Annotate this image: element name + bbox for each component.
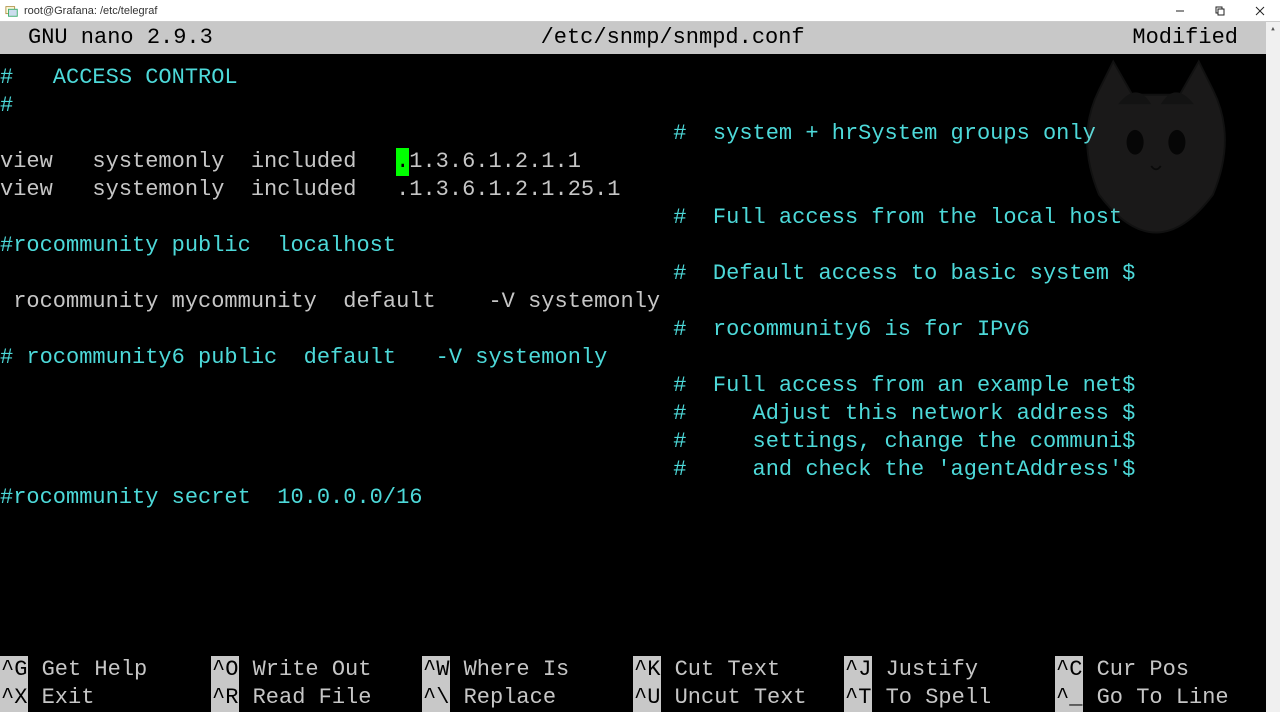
shortcut-justify[interactable]: ^J Justify bbox=[844, 656, 1055, 684]
text-line: # Full access from an example net$ bbox=[0, 372, 1266, 400]
shortcut-replace[interactable]: ^\ Replace bbox=[422, 684, 633, 712]
shortcut-exit[interactable]: ^X Exit bbox=[0, 684, 211, 712]
nano-header: GNU nano 2.9.3 /etc/snmp/snmpd.conf Modi… bbox=[0, 22, 1266, 54]
shortcut-write-out[interactable]: ^O Write Out bbox=[211, 656, 422, 684]
text-line: # and check the 'agentAddress'$ bbox=[0, 456, 1266, 484]
text-line: # Default access to basic system $ bbox=[0, 260, 1266, 288]
text-line: #rocommunity secret 10.0.0.0/16 bbox=[0, 484, 1266, 512]
window-title: root@Grafana: /etc/telegraf bbox=[24, 5, 1160, 17]
text-line: # system + hrSystem groups only bbox=[0, 120, 1266, 148]
close-button[interactable] bbox=[1240, 0, 1280, 22]
nano-modified-status: Modified bbox=[1132, 24, 1266, 52]
text-line: # rocommunity6 public default -V systemo… bbox=[0, 344, 1266, 372]
nano-filename: /etc/snmp/snmpd.conf bbox=[213, 24, 1133, 52]
minimize-button[interactable] bbox=[1160, 0, 1200, 22]
text-line: rocommunity mycommunity default -V syste… bbox=[0, 288, 1266, 316]
shortcut-cur-pos[interactable]: ^C Cur Pos bbox=[1055, 656, 1266, 684]
window-titlebar: root@Grafana: /etc/telegraf bbox=[0, 0, 1280, 22]
text-line: # settings, change the communi$ bbox=[0, 428, 1266, 456]
shortcut-uncut-text[interactable]: ^U Uncut Text bbox=[633, 684, 844, 712]
window-buttons bbox=[1160, 0, 1280, 21]
vertical-scrollbar[interactable]: ▴ bbox=[1266, 22, 1280, 712]
putty-icon bbox=[4, 3, 20, 19]
terminal-area[interactable]: GNU nano 2.9.3 /etc/snmp/snmpd.conf Modi… bbox=[0, 22, 1266, 712]
editor-content[interactable]: # ACCESS CONTROL # # system + hrSystem g… bbox=[0, 54, 1266, 512]
maximize-button[interactable] bbox=[1200, 0, 1240, 22]
shortcut-where-is[interactable]: ^W Where Is bbox=[422, 656, 633, 684]
cursor: . bbox=[396, 148, 409, 176]
text-line: # ACCESS CONTROL bbox=[0, 64, 1266, 92]
shortcut-read-file[interactable]: ^R Read File bbox=[211, 684, 422, 712]
text-line: # Adjust this network address $ bbox=[0, 400, 1266, 428]
text-line: #rocommunity public localhost bbox=[0, 232, 1266, 260]
text-line: # bbox=[0, 92, 1266, 120]
nano-version: GNU nano 2.9.3 bbox=[0, 24, 213, 52]
text-line: view systemonly included .1.3.6.1.2.1.25… bbox=[0, 176, 1266, 204]
text-line: view systemonly included .1.3.6.1.2.1.1 bbox=[0, 148, 1266, 176]
shortcut-get-help[interactable]: ^G Get Help bbox=[0, 656, 211, 684]
shortcut-to-spell[interactable]: ^T To Spell bbox=[844, 684, 1055, 712]
text-line: # rocommunity6 is for IPv6 bbox=[0, 316, 1266, 344]
shortcut-cut-text[interactable]: ^K Cut Text bbox=[633, 656, 844, 684]
nano-shortcut-bar: ^G Get Help ^O Write Out ^W Where Is ^K … bbox=[0, 656, 1266, 712]
text-line: # Full access from the local host bbox=[0, 204, 1266, 232]
shortcut-go-to-line[interactable]: ^_ Go To Line bbox=[1055, 684, 1266, 712]
scroll-up-icon[interactable]: ▴ bbox=[1266, 22, 1280, 36]
